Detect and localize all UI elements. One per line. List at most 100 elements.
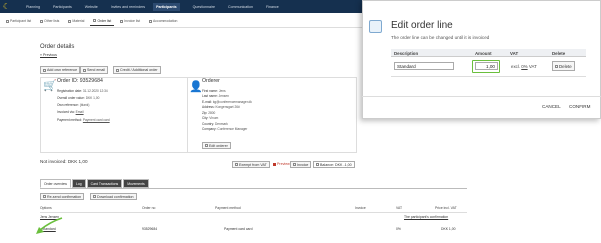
nav-communication[interactable]: Communication [228, 5, 253, 9]
button-label: Download confirmation [97, 194, 134, 199]
add-reference-button[interactable]: Add own reference [40, 66, 81, 74]
header-amount: Amount [475, 50, 492, 56]
header-invoice: Invoice [355, 206, 366, 210]
button-label: Exempt from VAT [239, 162, 267, 167]
button-label: Re-send confirmation [47, 194, 82, 199]
subnav-accommodation[interactable]: Accommodation [146, 17, 180, 25]
edit-orderer-button[interactable]: Edit orderer [202, 142, 231, 149]
kv-key: City: [202, 116, 209, 120]
order-value: Overall order value: DKK 1,00 [57, 96, 99, 100]
header-vat: VAT [510, 50, 519, 56]
payment-method-link[interactable]: Payment card card [83, 118, 110, 122]
tabs-divider [40, 188, 467, 189]
subnav-label: Material [72, 19, 85, 23]
participant-confirmation-link[interactable]: The participant's confirmation [404, 215, 448, 219]
payment-cell: Payment card card [224, 227, 253, 231]
preview-button[interactable]: Preview [273, 162, 290, 166]
tab-log[interactable]: Log [72, 179, 86, 188]
order-tabs: Order overview Log Card Transactions Mov… [40, 179, 149, 188]
subnav-other-lists[interactable]: Other lists [37, 17, 62, 25]
nav-invites[interactable]: Invites and reminders [111, 5, 145, 9]
confirm-button[interactable]: CONFIRM [566, 103, 593, 110]
vat-cell: 0% [396, 227, 401, 231]
edit-icon [43, 68, 46, 72]
payment-method: Payment method: Payment card card [57, 118, 110, 122]
nav-planning[interactable]: Planning [26, 5, 40, 9]
credit-icon [116, 68, 119, 72]
exempt-vat-button[interactable]: Exempt from VAT [232, 161, 270, 168]
subnav-order-list[interactable]: Order list [90, 17, 115, 26]
invoice-button[interactable]: Invoice [290, 161, 312, 168]
kv-key: Overall order value: [57, 96, 85, 100]
kv-key: Company: [202, 127, 217, 131]
download-icon [93, 195, 96, 198]
trash-icon [555, 64, 558, 68]
own-reference: Own reference: (blank) [57, 103, 89, 107]
kv-key: E-mail: [202, 100, 212, 104]
header-description: Description [394, 50, 419, 56]
dialog-title: Edit order line [391, 20, 453, 31]
kv-key: Zip: [202, 111, 208, 115]
subnav-material[interactable]: Material [65, 17, 87, 25]
resend-confirmation-button[interactable]: Re-send confirmation [40, 193, 85, 200]
button-label: Preview [277, 162, 290, 166]
nav-finance[interactable]: Finance [266, 5, 279, 9]
nav-website[interactable]: Website [85, 5, 98, 9]
header-payment: Payment method [215, 206, 241, 210]
nav-participants-active[interactable]: Participants [153, 2, 180, 11]
send-email-button[interactable]: Send email [80, 66, 108, 74]
subnav-label: Participant list [10, 19, 32, 23]
user-icon: 👤 [189, 81, 203, 93]
kv-key: Own reference: [57, 103, 79, 107]
credit-order-button[interactable]: Credit / Additional order [113, 66, 161, 74]
orderer-country: Country: Denmark [202, 122, 228, 126]
tab-card-transactions[interactable]: Card Transactions [86, 179, 123, 188]
app-logo-icon[interactable]: ☾ [0, 0, 13, 13]
dialog-table-header: Description Amount VAT Delete [391, 49, 586, 57]
delete-line-button[interactable]: Delete [552, 61, 575, 71]
kv-key: Invoiced via: [57, 110, 75, 114]
orderer-first-name: First name: Jens [202, 89, 226, 93]
kv-value: 31.12.2020 12:34 [82, 89, 108, 93]
not-invoiced-status: Not invoiced: DKK 1,00 [40, 159, 88, 164]
orderer-last-name: Last name: Jensen [202, 94, 229, 98]
amount-input[interactable]: 1,00 [475, 62, 498, 70]
back-link[interactable]: « Previous [40, 53, 57, 57]
price-cell: DKK 1,00 [441, 227, 456, 231]
vat-post: VAT [528, 64, 537, 69]
balance-display: Balance: DKK -1,00 [313, 161, 355, 168]
nav-questionnaire[interactable]: Questionnaire [193, 5, 215, 9]
header-price: Price incl. VAT [435, 206, 457, 210]
kv-value: Kongensgart 26# [215, 105, 240, 109]
kv-key: Address: [202, 105, 215, 109]
balance-icon [316, 163, 319, 166]
mail-icon [43, 195, 46, 198]
cart-icon [93, 19, 97, 22]
kv-key: Registration date: [57, 89, 82, 93]
tab-order-overview[interactable]: Order overview [40, 179, 71, 188]
bed-icon [149, 19, 153, 23]
subnav-invoice-list[interactable]: Invoice list [117, 17, 143, 25]
description-input[interactable]: Standard [394, 62, 454, 70]
subnav-label: Invoice list [124, 19, 141, 23]
download-confirmation-button[interactable]: Download confirmation [90, 193, 137, 200]
orderer-address: Address: Kongensgart 26# [202, 105, 240, 109]
nav-participants-1[interactable]: Participants [53, 5, 72, 9]
cancel-button[interactable]: CANCEL [539, 103, 564, 110]
orderer-email: E-mail: kg@conferencemanager.dk [202, 100, 252, 104]
vat-percent-link[interactable]: 0% [521, 64, 527, 69]
edit-icon [205, 144, 208, 147]
subnav-label: Order list [97, 18, 112, 23]
kv-key: Payment method: [57, 118, 82, 122]
tab-movements[interactable]: Movements [123, 179, 149, 188]
subnav-participant-list[interactable]: Participant list [3, 17, 34, 25]
header-order-no: Order no [142, 206, 156, 210]
header-options: Options [40, 206, 52, 210]
list-icon [6, 19, 9, 23]
orderer-city: City: Vinum [202, 116, 218, 120]
header-delete: Delete [552, 50, 566, 56]
kv-key: First name: [202, 89, 218, 93]
invoiced-via-link[interactable]: Email [76, 110, 84, 114]
kv-key: Country: [202, 122, 215, 126]
kv-value: Conference Manager [217, 127, 248, 131]
